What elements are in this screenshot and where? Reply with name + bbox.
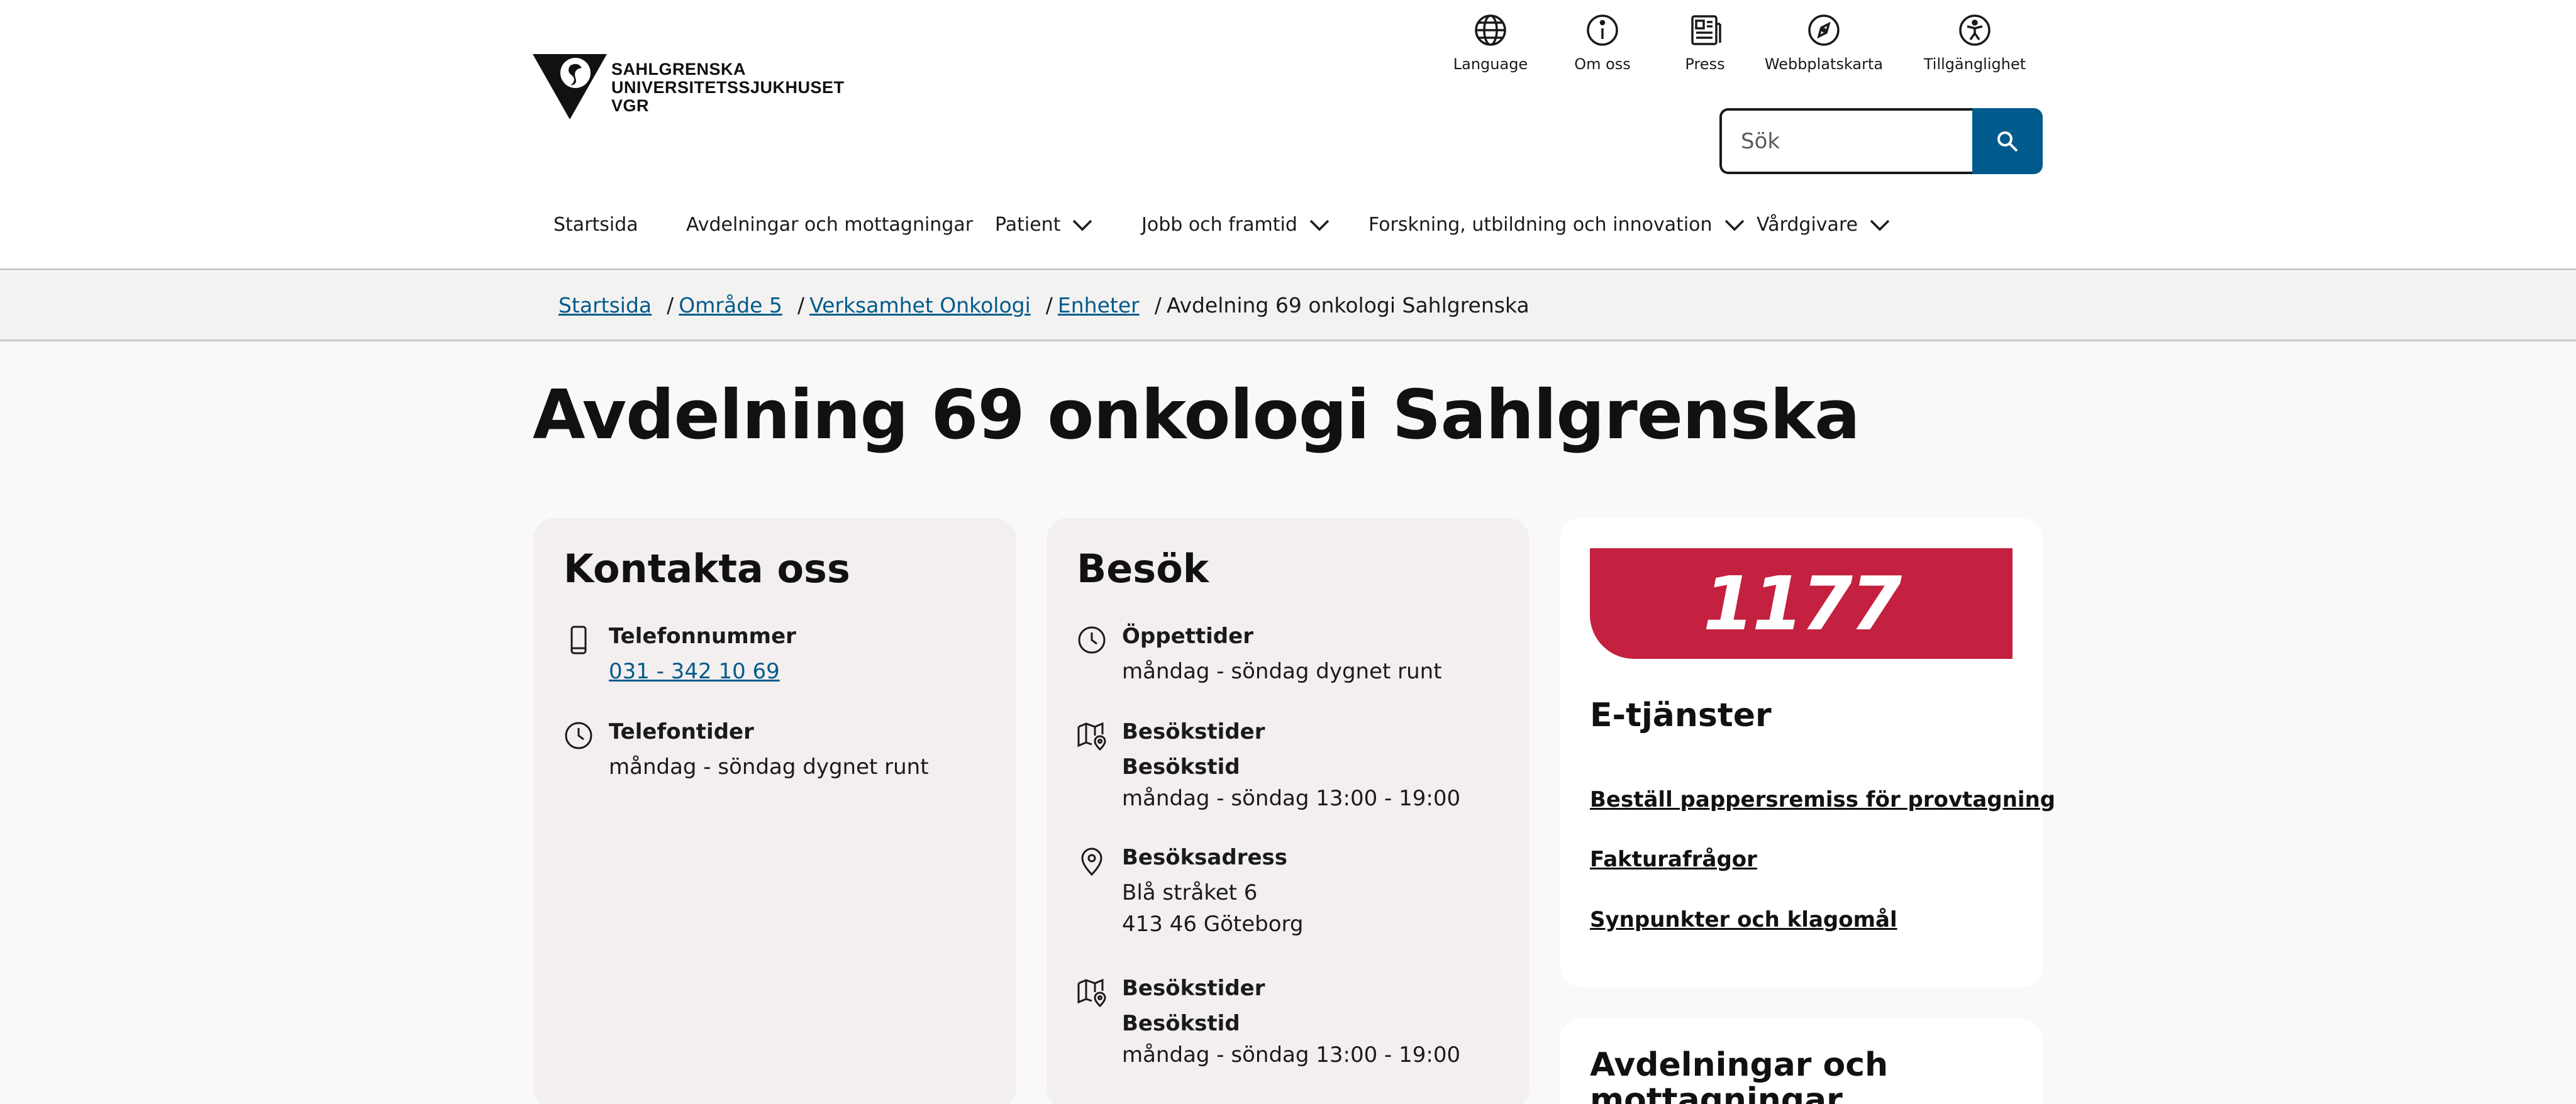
- nav-item-startsida[interactable]: Startsida: [553, 214, 638, 236]
- search-form: [1719, 108, 2043, 174]
- breadcrumb-link[interactable]: Enheter: [1058, 293, 1140, 317]
- clock-icon: [565, 722, 592, 749]
- breadcrumb-current: Avdelning 69 onkologi Sahlgrenska: [1166, 293, 1530, 317]
- search-input[interactable]: [1719, 108, 1974, 174]
- utility-label: Om oss: [1574, 55, 1631, 73]
- breadcrumb: Startsida / Område 5 / Verksamhet Onkolo…: [0, 272, 2576, 341]
- nav-item-patient[interactable]: Patient: [995, 214, 1093, 236]
- utility-label: Language: [1453, 55, 1528, 73]
- eservice-link[interactable]: Beställ pappersremiss för provtagning: [1590, 787, 2055, 812]
- breadcrumb-link[interactable]: Verksamhet Onkologi: [809, 293, 1031, 317]
- visit-address-line1: Blå stråket 6: [1122, 880, 1258, 905]
- utility-webbplatskarta[interactable]: Webbplatskarta: [1761, 13, 1887, 75]
- contact-phone: Telefonnummer 031 - 342 10 69: [564, 624, 972, 693]
- breadcrumb-separator: /: [1045, 293, 1053, 317]
- phone-icon: [570, 626, 587, 654]
- nav-item-forskning[interactable]: Forskning, utbildning och innovation: [1368, 214, 1745, 236]
- compass-icon: [1808, 14, 1840, 46]
- contact-phone-label: Telefonnummer: [609, 624, 796, 649]
- units-title-line: mottagningar: [1590, 1081, 1843, 1104]
- utility-press[interactable]: Press: [1674, 13, 1736, 75]
- contact-hours-value: måndag - söndag dygnet runt: [609, 754, 929, 780]
- chevron-down-icon: [1870, 219, 1890, 231]
- utility-label: Webbplatskarta: [1764, 55, 1884, 73]
- visit-title: Besök: [1077, 546, 1209, 592]
- nav-label: Patient: [995, 214, 1061, 236]
- info-icon: [1587, 14, 1618, 46]
- contact-phone-link[interactable]: 031 - 342 10 69: [609, 659, 780, 684]
- visit-times-sublabel: Besökstid: [1122, 1011, 1240, 1036]
- nav-item-avdelningar[interactable]: Avdelningar och mottagningar: [686, 214, 973, 236]
- eservice-link[interactable]: Synpunkter och klagomål: [1590, 907, 1897, 932]
- chevron-down-icon: [1309, 219, 1330, 231]
- clock-icon: [1078, 626, 1106, 654]
- nav-label: Jobb och framtid: [1141, 214, 1297, 236]
- visit-open-value: måndag - söndag dygnet runt: [1122, 659, 1442, 684]
- location-pin-icon: [1081, 847, 1102, 876]
- visit-open-label: Öppettider: [1122, 624, 1253, 649]
- visit-times-1: Besökstider Besökstid måndag - söndag 13…: [1077, 719, 1485, 814]
- page-title: Avdelning 69 onkologi Sahlgrenska: [533, 376, 1860, 455]
- sahlgrenska-logo-icon: [533, 54, 607, 119]
- visit-times-2: Besökstider Besökstid måndag - söndag 13…: [1077, 976, 1485, 1070]
- visit-times-value: måndag - söndag 13:00 - 19:00: [1122, 1042, 1461, 1068]
- breadcrumb-separator: /: [667, 293, 674, 317]
- utility-om-oss[interactable]: Om oss: [1571, 13, 1634, 75]
- search-icon: [1997, 131, 2018, 152]
- accessibility-icon: [1959, 14, 1990, 46]
- visit-times-label: Besökstider: [1122, 719, 1265, 744]
- newspaper-icon: [1691, 15, 1721, 45]
- utility-label: Press: [1685, 55, 1725, 73]
- units-title-line: Avdelningar och: [1590, 1046, 1889, 1084]
- eservices-title: E-tjänster: [1590, 697, 1772, 734]
- globe-icon: [1475, 14, 1506, 46]
- breadcrumb-separator: /: [1154, 293, 1162, 317]
- map-pin-icon: [1077, 978, 1106, 1007]
- breadcrumb-link[interactable]: Startsida: [558, 293, 652, 317]
- contact-card: Kontakta oss Telefonnummer 031 - 342 10 …: [533, 518, 1016, 1104]
- contact-hours: Telefontider måndag - söndag dygnet runt: [564, 719, 972, 788]
- nav-item-jobb[interactable]: Jobb och framtid: [1141, 214, 1330, 236]
- visit-card: Besök Öppettider måndag - söndag dygnet …: [1046, 518, 1530, 1104]
- banner-1177[interactable]: 1177: [1590, 548, 2012, 659]
- site-logo[interactable]: SAHLGRENSKA UNIVERSITETSSJUKHUSET VGR: [533, 54, 847, 119]
- eservices-card: 1177 E-tjänster Beställ pappersremiss fö…: [1560, 518, 2055, 987]
- map-pin-icon: [1077, 722, 1106, 751]
- utility-tillganglighet[interactable]: Tillgänglighet: [1923, 13, 2026, 75]
- nav-item-vardgivare[interactable]: Vårdgivare: [1757, 214, 1890, 236]
- units-card: Avdelningar och mottagningar: [1560, 1018, 2043, 1104]
- breadcrumb-link[interactable]: Område 5: [679, 293, 782, 317]
- visit-opening-hours: Öppettider måndag - söndag dygnet runt: [1077, 624, 1485, 693]
- visit-address: Besöksadress Blå stråket 6 413 46 Götebo…: [1077, 845, 1485, 946]
- visit-times-sublabel: Besökstid: [1122, 754, 1240, 780]
- banner-1177-logo: 1177: [1702, 560, 1902, 647]
- logo-text: SAHLGRENSKA UNIVERSITETSSJUKHUSET VGR: [611, 60, 845, 115]
- nav-label: Startsida: [553, 214, 638, 236]
- visit-times-value: måndag - söndag 13:00 - 19:00: [1122, 786, 1461, 811]
- contact-hours-label: Telefontider: [609, 719, 754, 744]
- chevron-down-icon: [1724, 219, 1744, 231]
- visit-address-label: Besöksadress: [1122, 845, 1288, 870]
- nav-label: Vårdgivare: [1757, 214, 1858, 236]
- utility-label: Tillgänglighet: [1923, 55, 2026, 73]
- utility-language[interactable]: Language: [1453, 13, 1528, 75]
- units-title: Avdelningar och mottagningar: [1590, 1047, 1888, 1104]
- contact-title: Kontakta oss: [564, 546, 850, 592]
- breadcrumb-separator: /: [797, 293, 805, 317]
- search-button[interactable]: [1972, 108, 2043, 174]
- visit-address-line2: 413 46 Göteborg: [1122, 912, 1304, 937]
- chevron-down-icon: [1073, 219, 1092, 231]
- site-header: SAHLGRENSKA UNIVERSITETSSJUKHUSET VGR La…: [0, 0, 2576, 270]
- nav-label: Forskning, utbildning och innovation: [1368, 214, 1713, 236]
- eservice-link[interactable]: Fakturafrågor: [1590, 847, 1757, 872]
- visit-times-label: Besökstider: [1122, 976, 1265, 1001]
- nav-label: Avdelningar och mottagningar: [686, 214, 974, 236]
